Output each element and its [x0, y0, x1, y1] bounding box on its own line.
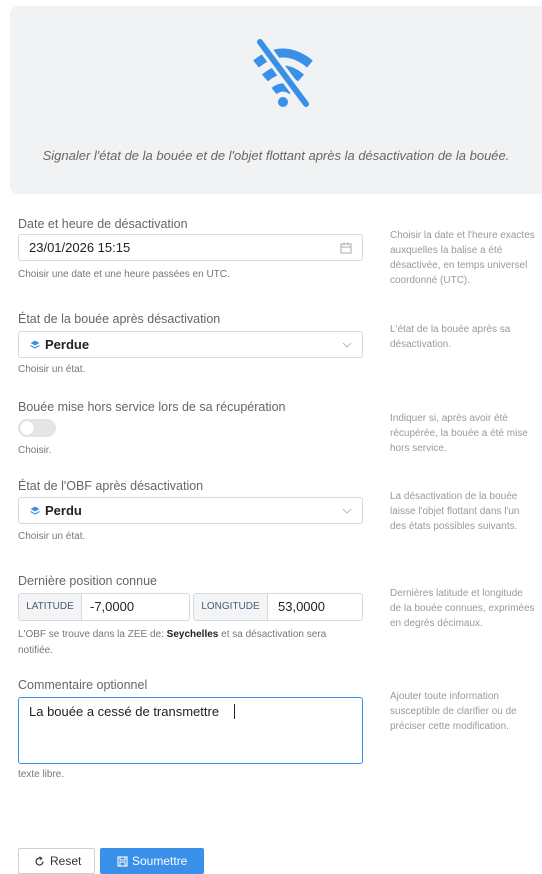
text-cursor	[234, 704, 235, 719]
buoy-state-description: L'état de la bouée après sa désactivatio…	[390, 324, 511, 350]
decommissioned-label: Bouée mise hors service lors de sa récup…	[18, 400, 286, 414]
comment-description: Ajouter toute information susceptible de…	[390, 691, 517, 732]
buoy-state-hint: Choisir un état.	[18, 364, 86, 375]
submit-label: Soumettre	[132, 854, 188, 868]
calendar-icon	[340, 242, 352, 254]
last-position-label: Dernière position connue	[18, 574, 157, 588]
comment-hint: texte libre.	[18, 769, 65, 780]
info-banner: Signaler l'état de la bouée et de l'obje…	[10, 6, 542, 194]
longitude-input[interactable]: 53,0000	[267, 593, 363, 621]
toggle-knob	[20, 421, 34, 435]
eez-country: Seychelles	[166, 629, 219, 640]
decommissioned-hint: Choisir.	[18, 445, 52, 456]
deactivation-date-description: Choisir la date et l'heure exactes auxqu…	[390, 230, 535, 286]
eez-note-prefix: L'OBF se trouve dans la ZEE de:	[18, 629, 167, 640]
longitude-value: 53,0000	[278, 599, 325, 614]
latitude-input[interactable]: -7,0000	[81, 593, 190, 621]
deactivation-date-label: Date et heure de désactivation	[18, 217, 188, 231]
reset-button[interactable]: Reset	[18, 848, 95, 874]
obf-state-description: La désactivation de la bouée laisse l'ob…	[390, 491, 520, 532]
obf-state-value: Perdu	[45, 503, 82, 518]
banner-message: Signaler l'état de la bouée et de l'obje…	[42, 148, 510, 163]
layers-icon	[30, 340, 40, 349]
latitude-addon: LATITUDE	[18, 593, 82, 621]
latitude-value: -7,0000	[90, 599, 135, 614]
obf-state-hint: Choisir un état.	[18, 531, 86, 542]
buoy-state-select[interactable]: Perdue	[18, 331, 363, 358]
deactivation-date-input[interactable]: 23/01/2026 15:15	[18, 234, 363, 261]
eez-note: L'OBF se trouve dans la ZEE de: Seychell…	[18, 627, 363, 659]
save-icon	[117, 856, 128, 867]
last-position-description: Dernières latitude et longitude de la bo…	[390, 588, 535, 629]
obf-state-select[interactable]: Perdu	[18, 497, 363, 524]
longitude-addon: LONGITUDE	[193, 593, 268, 621]
deactivation-date-hint: Choisir une date et une heure passées en…	[18, 269, 230, 280]
obf-state-label: État de l'OBF après désactivation	[18, 479, 204, 493]
comment-value: La bouée a cessé de transmettre	[29, 704, 220, 719]
layers-icon	[30, 506, 40, 515]
submit-button[interactable]: Soumettre	[100, 848, 204, 874]
reset-label: Reset	[50, 854, 82, 868]
comment-textarea[interactable]: La bouée a cessé de transmettre	[18, 697, 363, 764]
chevron-down-icon	[342, 508, 352, 514]
buoy-state-value: Perdue	[45, 337, 90, 352]
comment-label: Commentaire optionnel	[18, 678, 148, 692]
chevron-down-icon	[342, 342, 352, 348]
reload-icon	[35, 856, 44, 866]
deactivation-date-value: 23/01/2026 15:15	[29, 240, 131, 255]
buoy-state-label: État de la bouée après désactivation	[18, 312, 221, 326]
wifi-off-icon	[253, 38, 313, 108]
decommissioned-description: Indiquer si, après avoir été récupérée, …	[390, 413, 528, 454]
decommissioned-toggle[interactable]	[18, 419, 56, 437]
